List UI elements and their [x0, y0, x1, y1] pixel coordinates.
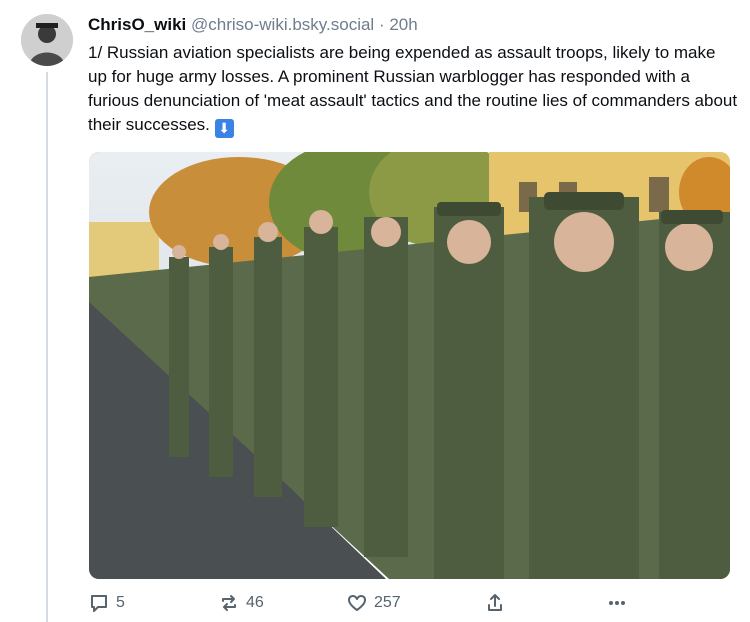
post-actions: 5 46 257 — [88, 592, 638, 618]
share-button[interactable] — [484, 592, 506, 614]
handle[interactable]: @chriso-wiki.bsky.social — [191, 15, 374, 34]
avatar[interactable] — [21, 14, 73, 66]
display-name[interactable]: ChrisO_wiki — [88, 15, 186, 34]
post-text: 1/ Russian aviation specialists are bein… — [88, 43, 738, 134]
post-text-container: 1/ Russian aviation specialists are bein… — [88, 41, 738, 138]
down-arrow-emoji-icon: ⬇ — [214, 119, 234, 138]
post-time[interactable]: 20h — [389, 15, 417, 34]
repost-count: 46 — [246, 594, 264, 611]
reply-count: 5 — [116, 594, 125, 611]
repost-button[interactable]: 46 — [218, 592, 264, 614]
reply-button[interactable]: 5 — [88, 592, 125, 614]
separator-dot: · — [378, 15, 385, 34]
more-options-button[interactable] — [606, 592, 628, 614]
like-icon — [346, 592, 368, 614]
thread-line — [46, 72, 48, 622]
like-button[interactable]: 257 — [346, 592, 401, 614]
post-header: ChrisO_wiki @chriso-wiki.bsky.social · 2… — [88, 14, 418, 36]
post-image[interactable] — [89, 152, 730, 579]
share-icon — [484, 592, 506, 614]
repost-icon — [218, 592, 240, 614]
more-icon — [606, 592, 628, 614]
reply-icon — [88, 592, 110, 614]
like-count: 257 — [374, 594, 401, 611]
